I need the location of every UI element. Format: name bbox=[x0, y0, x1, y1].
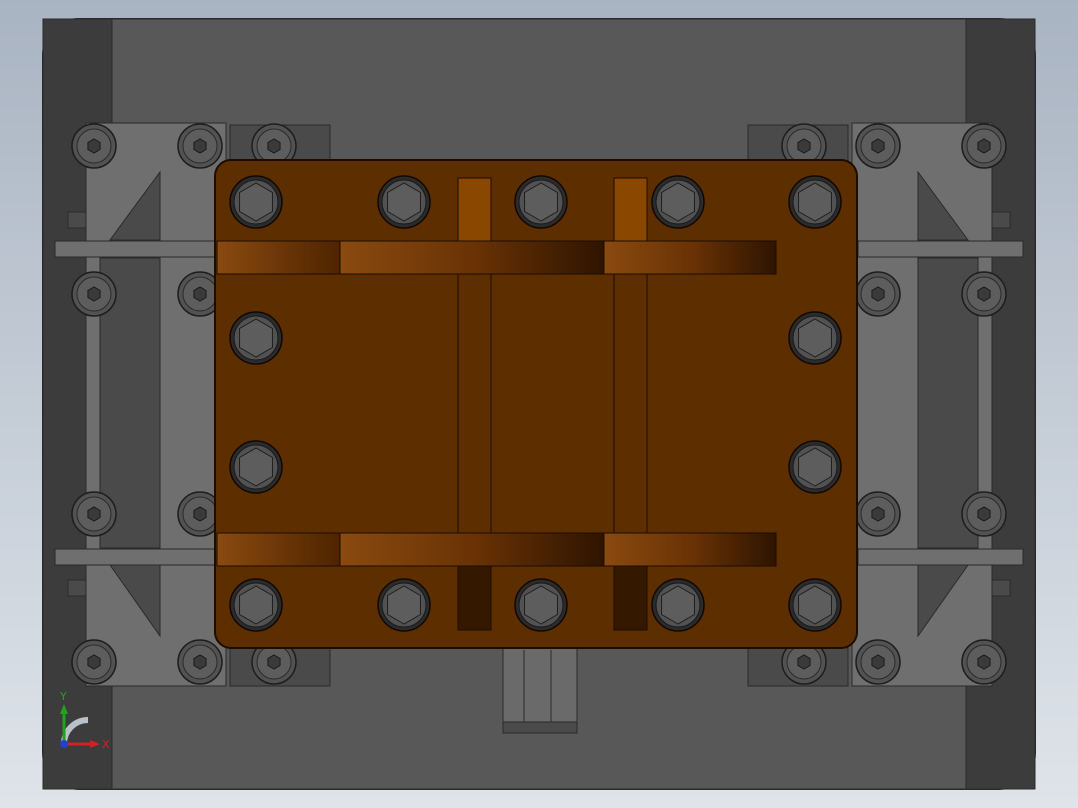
socket-head-bolt-icon bbox=[71, 271, 117, 317]
socket-head-bolt-icon bbox=[855, 639, 901, 685]
socket-head-bolt-icon bbox=[177, 639, 223, 685]
socket-head-bolt-icon bbox=[71, 639, 117, 685]
y-axis-label: Y bbox=[59, 690, 67, 703]
hex-bolt-icon bbox=[229, 175, 283, 229]
hex-bolt-icon bbox=[229, 440, 283, 494]
hex-bolt-icon bbox=[229, 311, 283, 365]
socket-head-bolt-icon bbox=[961, 639, 1007, 685]
socket-head-bolt-icon bbox=[961, 491, 1007, 537]
hex-bolt-icon bbox=[651, 175, 705, 229]
socket-head-bolt-icon bbox=[71, 491, 117, 537]
hex-bolt-icon bbox=[788, 578, 842, 632]
hex-bolt-icon bbox=[788, 311, 842, 365]
x-axis-label: X bbox=[102, 738, 110, 751]
socket-head-bolt-icon bbox=[961, 123, 1007, 169]
upper-clamp-bar bbox=[216, 240, 777, 275]
top-clamp-plate bbox=[214, 159, 858, 649]
hex-bolt-icon bbox=[788, 175, 842, 229]
socket-head-bolt-icon bbox=[71, 123, 117, 169]
hex-bolt-icon bbox=[377, 175, 431, 229]
socket-head-bolt-icon bbox=[855, 123, 901, 169]
socket-head-bolt-icon bbox=[855, 491, 901, 537]
hex-bolt-icon bbox=[788, 440, 842, 494]
socket-head-bolt-icon bbox=[177, 123, 223, 169]
hex-bolt-icon bbox=[377, 578, 431, 632]
hex-bolt-icon bbox=[651, 578, 705, 632]
hex-bolt-icon bbox=[229, 578, 283, 632]
linear-actuator bbox=[502, 644, 578, 734]
socket-head-bolt-icon bbox=[855, 271, 901, 317]
cad-assembly-view: Y X bbox=[0, 0, 1078, 808]
hex-bolt-icon bbox=[514, 175, 568, 229]
socket-head-bolt-icon bbox=[961, 271, 1007, 317]
lower-clamp-bar bbox=[216, 532, 777, 567]
hex-bolt-icon bbox=[514, 578, 568, 632]
cad-viewport[interactable]: Y X bbox=[0, 0, 1078, 808]
